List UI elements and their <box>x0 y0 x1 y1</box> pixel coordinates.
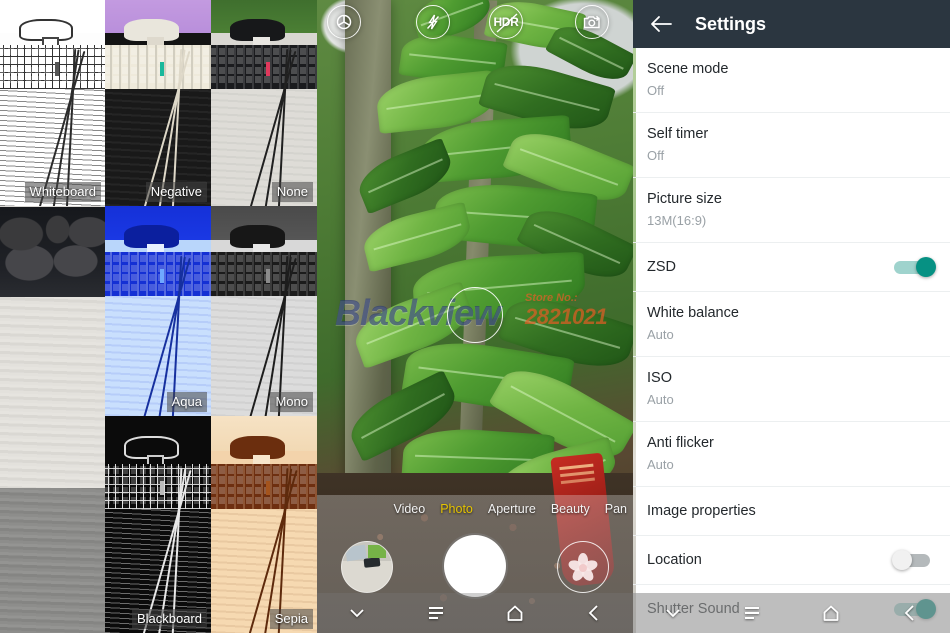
settings-row-anti-flicker[interactable]: Anti flicker Auto <box>633 422 950 487</box>
filter-label: Blackboard <box>131 609 207 629</box>
filter-tile-negative[interactable]: Negative <box>105 0 211 206</box>
settings-row-label: Self timer <box>647 126 709 142</box>
color-effect-picker-panel: Whiteboard Negative None Aqua Mono Blackboard… <box>0 0 317 633</box>
settings-row-value: Off <box>647 83 665 98</box>
filter-tile-blackboard[interactable]: Blackboard <box>105 416 211 633</box>
settings-row-value: Auto <box>647 392 674 407</box>
filter-preview <box>211 206 317 416</box>
collapse-icon[interactable] <box>317 593 396 633</box>
system-navbar-settings <box>633 593 950 633</box>
settings-row-label: Location <box>647 552 702 568</box>
settings-row-label: White balance <box>647 305 739 321</box>
camera-mode-selector[interactable]: Video Photo Aperture Beauty Pan <box>317 499 633 519</box>
settings-row-location[interactable]: Location <box>633 536 950 585</box>
settings-row-label: ISO <box>647 370 672 386</box>
settings-row-iso[interactable]: ISO Auto <box>633 357 950 422</box>
mode-pan[interactable]: Pan <box>605 502 627 516</box>
focus-ring <box>447 287 503 343</box>
beauty-mode-button[interactable] <box>557 541 609 593</box>
filter-tile-whiteboard[interactable]: Whiteboard <box>0 0 105 206</box>
back-icon[interactable] <box>554 593 633 633</box>
flash-off-icon[interactable] <box>416 5 450 39</box>
filter-label: Sepia <box>269 609 313 629</box>
settings-row-self-timer[interactable]: Self timer Off <box>633 113 950 178</box>
filter-preview <box>105 206 211 416</box>
back-icon[interactable] <box>871 593 950 633</box>
filter-tile-mono[interactable]: Mono <box>211 206 317 416</box>
back-arrow-icon[interactable] <box>649 15 673 33</box>
hdr-off-icon[interactable]: HDR <box>489 5 523 39</box>
settings-row-label: Anti flicker <box>647 435 714 451</box>
toggle-switch[interactable] <box>892 256 936 278</box>
settings-header: Settings <box>633 0 950 48</box>
filter-preview <box>211 416 317 633</box>
filter-tile-sepia[interactable]: Sepia <box>211 416 317 633</box>
toggle-switch[interactable] <box>892 549 936 571</box>
settings-row-label: Image properties <box>647 503 756 519</box>
camera-viewfinder-panel[interactable]: HDR Blackview Store No.: 2821021 Video P… <box>317 0 633 633</box>
filter-label: Aqua <box>166 392 207 412</box>
settings-row-value: Auto <box>647 457 674 472</box>
settings-row-label: Scene mode <box>647 61 729 77</box>
home-icon[interactable] <box>792 593 871 633</box>
recents-icon[interactable] <box>396 593 475 633</box>
mode-aperture[interactable]: Aperture <box>488 502 536 516</box>
filter-preview <box>105 416 211 633</box>
filter-tile-empty <box>0 206 105 416</box>
mode-video[interactable]: Video <box>393 502 425 516</box>
filter-tile-empty <box>0 416 105 633</box>
mode-beauty[interactable]: Beauty <box>551 502 590 516</box>
flower-icon <box>567 552 599 584</box>
settings-row-white-balance[interactable]: White balance Auto <box>633 292 950 357</box>
settings-row-value: 13M(16:9) <box>647 213 707 228</box>
filter-tile-none[interactable]: None <box>211 0 317 206</box>
camera-settings-panel: Settings Scene mode Off Self timer Off Pictu… <box>633 0 950 633</box>
filter-tile-aqua[interactable]: Aqua <box>105 206 211 416</box>
settings-row-value: Off <box>647 148 665 163</box>
filter-label: Whiteboard <box>24 182 101 202</box>
settings-row-scene-mode[interactable]: Scene mode Off <box>633 48 950 113</box>
mode-photo[interactable]: Photo <box>440 502 473 516</box>
page-title: Settings <box>695 13 767 34</box>
home-icon[interactable] <box>475 593 554 633</box>
filter-preview <box>105 0 211 206</box>
camera-top-toolbar: HDR <box>317 0 633 48</box>
settings-row-label: Picture size <box>647 191 722 207</box>
filter-label: None <box>271 182 313 202</box>
filter-label: Mono <box>270 392 313 412</box>
settings-row-picture-size[interactable]: Picture size 13M(16:9) <box>633 178 950 243</box>
settings-row-zsd[interactable]: ZSD <box>633 243 950 292</box>
settings-list: Scene mode Off Self timer Off Picture size 13… <box>633 48 950 633</box>
collapse-icon[interactable] <box>633 593 712 633</box>
filter-label: Negative <box>145 182 207 202</box>
settings-row-image-properties[interactable]: Image properties <box>633 487 950 536</box>
thumbnail-content <box>363 557 381 568</box>
filter-grid: Whiteboard Negative None Aqua Mono Blackboard… <box>0 0 317 633</box>
filter-preview <box>0 0 105 206</box>
color-effect-icon[interactable] <box>327 5 361 39</box>
filter-preview <box>211 0 317 206</box>
settings-row-label: ZSD <box>647 259 676 275</box>
shutter-button[interactable] <box>444 535 506 597</box>
gallery-thumbnail-button[interactable] <box>341 541 393 593</box>
screenshot-root: Whiteboard Negative None Aqua Mono Blackboard… <box>0 0 950 633</box>
system-navbar-camera <box>317 593 633 633</box>
switch-camera-icon[interactable] <box>575 5 609 39</box>
recents-icon[interactable] <box>712 593 791 633</box>
settings-row-value: Auto <box>647 327 674 342</box>
